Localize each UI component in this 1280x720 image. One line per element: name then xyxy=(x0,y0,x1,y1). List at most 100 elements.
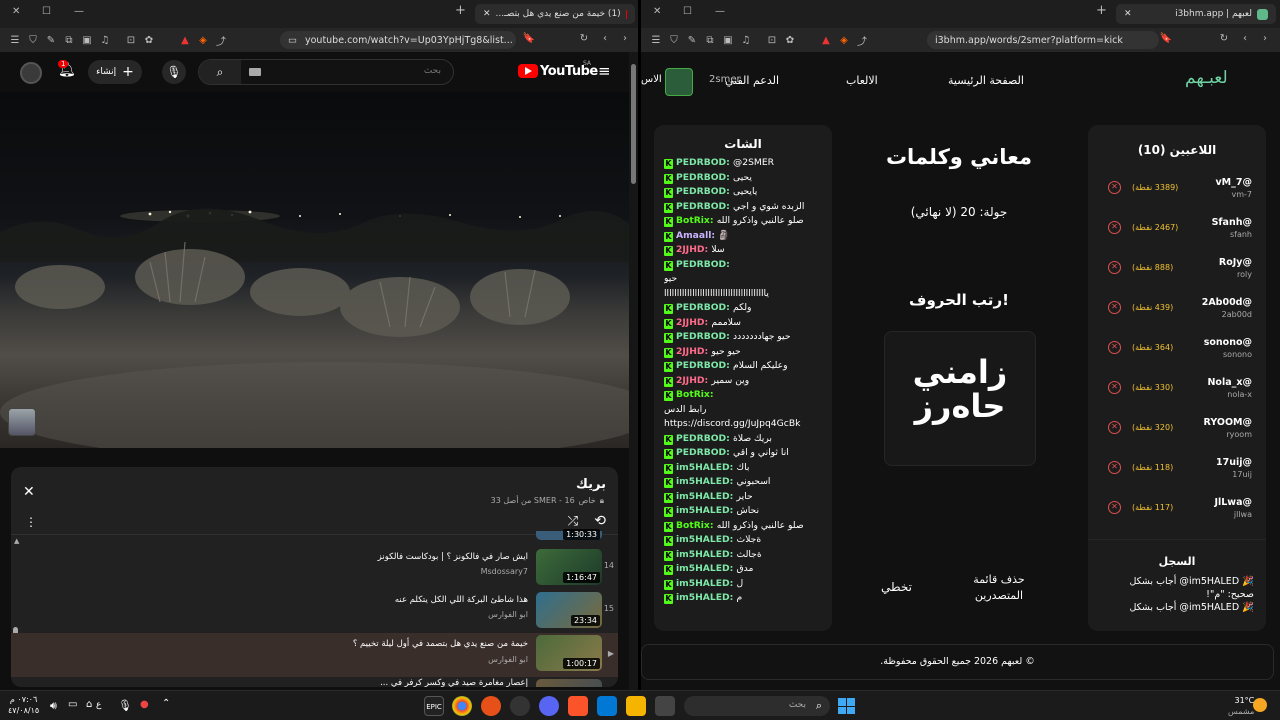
aurora-icon[interactable]: ▲ xyxy=(176,35,194,46)
discord-icon[interactable] xyxy=(539,696,559,716)
back-icon[interactable]: ‹ xyxy=(596,33,614,44)
nav-games[interactable]: الالعاب xyxy=(846,74,878,87)
nav-support[interactable]: الدعم الفني xyxy=(725,74,779,87)
start-icon[interactable] xyxy=(836,696,856,716)
task-view-icon[interactable] xyxy=(655,696,675,716)
tab-youtube[interactable]: (1) خيمة من صنع يدي هل بتصـ... ✕ xyxy=(475,4,635,24)
youtube-logo-icon[interactable] xyxy=(518,64,538,78)
hamburger-menu-icon[interactable]: ≡ xyxy=(598,62,611,80)
shield-icon[interactable]: ⛉ xyxy=(24,35,42,46)
remove-player-icon[interactable]: ✕ xyxy=(1108,421,1121,434)
page-scrollbar[interactable] xyxy=(629,52,638,690)
previous-thumbnail[interactable]: 1:30:33 xyxy=(536,529,602,540)
skip-button[interactable]: تخطي xyxy=(881,580,912,594)
sidebar-icon[interactable]: ▣ xyxy=(78,35,96,46)
close-window-icon[interactable]: ✕ xyxy=(12,6,20,17)
keyboard-icon[interactable] xyxy=(249,68,261,76)
share-icon[interactable]: ⤴ xyxy=(212,33,230,48)
address-bar[interactable]: ▭ youtube.com/watch?v=Up03YpHjTg8&list..… xyxy=(280,31,516,49)
remove-player-icon[interactable]: ✕ xyxy=(1108,381,1121,394)
extensions-icon[interactable]: ✎ xyxy=(683,35,701,46)
user-avatar[interactable] xyxy=(665,68,693,96)
menu-icon[interactable]: ☰ xyxy=(647,35,665,46)
screenshot-icon[interactable]: ⧉ xyxy=(701,35,719,46)
brave-shield-icon[interactable]: ◈ xyxy=(835,35,853,46)
site-logo[interactable]: لعبـهم xyxy=(1185,68,1228,88)
new-tab-button[interactable]: + xyxy=(455,3,466,18)
forward-icon[interactable]: › xyxy=(616,33,634,44)
voice-search-icon[interactable]: 🎙︎ xyxy=(162,60,186,84)
playlist-item-current[interactable]: ▶ 1:00:17 خيمة من صنع يدي هل بتصمد في أو… xyxy=(11,633,618,677)
taskbar-search[interactable]: بحث ⌕ xyxy=(684,696,830,716)
minimize-window-icon[interactable]: — xyxy=(715,6,725,17)
remove-player-icon[interactable]: ✕ xyxy=(1108,301,1121,314)
close-tab-icon[interactable]: ✕ xyxy=(483,9,491,19)
playlist-item[interactable]: إعصار مغامرة صيد في وكسر كرفر في ... xyxy=(11,677,618,687)
aurora-icon[interactable]: ▲ xyxy=(817,35,835,46)
tray-chevron-icon[interactable]: ⌃ xyxy=(162,698,170,709)
music-icon[interactable]: ♫ xyxy=(96,35,114,46)
playlist-item[interactable]: 15 23:34 هذا شاطئ البركة اللي الكل يتكلم… xyxy=(11,590,618,630)
loop-icon[interactable]: ⟲ xyxy=(594,513,606,529)
search-icon[interactable]: ⌕ xyxy=(199,60,241,84)
steam-icon[interactable] xyxy=(510,696,530,716)
weather-widget[interactable]: 31°C مشمس xyxy=(1228,695,1254,717)
brave-icon[interactable] xyxy=(568,696,588,716)
close-window-icon[interactable]: ✕ xyxy=(653,6,661,17)
language-indicator[interactable]: ع xyxy=(96,700,101,710)
clear-leaderboard-button[interactable]: حذف قائمة المتصدرين xyxy=(959,572,1039,604)
screenshot-icon[interactable]: ⧉ xyxy=(60,35,78,46)
tabs-icon[interactable]: ⊡ xyxy=(763,35,781,46)
tab-i3bhm[interactable]: لعبهم | i3bhm.app ✕ xyxy=(1116,4,1276,24)
puzzle-icon[interactable]: ✿ xyxy=(781,35,799,46)
recording-icon[interactable]: ● xyxy=(140,699,149,710)
firefox-icon[interactable] xyxy=(481,696,501,716)
clock[interactable]: ٠٧:٠٦ م ٤٧/٠٨/١٥ xyxy=(8,694,39,716)
sidebar-icon[interactable]: ▣ xyxy=(719,35,737,46)
store-icon[interactable] xyxy=(597,696,617,716)
remove-player-icon[interactable]: ✕ xyxy=(1108,221,1121,234)
nav-home[interactable]: الصفحة الرئيسية xyxy=(948,74,1024,87)
chrome-icon[interactable] xyxy=(452,696,472,716)
display-icon[interactable]: ▭ xyxy=(68,699,77,710)
file-explorer-icon[interactable] xyxy=(626,696,646,716)
scroll-up-icon[interactable]: ▲ xyxy=(14,537,19,545)
remove-player-icon[interactable]: ✕ xyxy=(1108,501,1121,514)
playlist-item[interactable]: 14 1:16:47 ايش صار في فالكونز ؟ | بودكاس… xyxy=(11,547,618,587)
bookmark-icon[interactable]: 🔖 xyxy=(1157,33,1175,44)
new-tab-button[interactable]: + xyxy=(1096,3,1107,18)
remove-player-icon[interactable]: ✕ xyxy=(1108,341,1121,354)
speaker-icon[interactable]: 🔊︎ xyxy=(50,699,57,713)
minimize-window-icon[interactable]: — xyxy=(74,6,84,17)
extensions-icon[interactable]: ✎ xyxy=(42,35,60,46)
epic-games-icon[interactable]: EPIC xyxy=(424,696,444,716)
music-icon[interactable]: ♫ xyxy=(737,35,755,46)
scrollbar-thumb[interactable] xyxy=(631,64,636,184)
puzzle-icon[interactable]: ✿ xyxy=(140,35,158,46)
close-tab-icon[interactable]: ✕ xyxy=(1124,9,1132,19)
remove-player-icon[interactable]: ✕ xyxy=(1108,261,1121,274)
maximize-window-icon[interactable]: ☐ xyxy=(683,6,692,17)
more-options-icon[interactable]: ⋮ xyxy=(25,515,37,529)
avatar[interactable] xyxy=(20,62,42,84)
reload-icon[interactable]: ↻ xyxy=(575,33,593,44)
maximize-window-icon[interactable]: ☐ xyxy=(42,6,51,17)
back-icon[interactable]: ‹ xyxy=(1236,33,1254,44)
forward-icon[interactable]: › xyxy=(1256,33,1274,44)
microphone-icon[interactable]: 🎙︎ xyxy=(118,699,132,712)
remove-player-icon[interactable]: ✕ xyxy=(1108,461,1121,474)
search-box[interactable]: ⌕ بحث xyxy=(198,59,454,85)
shield-icon[interactable]: ⛉ xyxy=(665,35,683,46)
reload-icon[interactable]: ↻ xyxy=(1215,33,1233,44)
tabs-icon[interactable]: ⊡ xyxy=(122,35,140,46)
close-playlist-icon[interactable]: ✕ xyxy=(23,484,35,500)
network-icon[interactable]: ⌂ xyxy=(86,699,92,710)
video-player[interactable] xyxy=(0,92,629,448)
bookmark-icon[interactable]: 🔖 xyxy=(520,33,538,44)
menu-icon[interactable]: ☰ xyxy=(6,35,24,46)
address-bar[interactable]: i3bhm.app/words/2smer?platform=kick xyxy=(927,31,1159,49)
create-button[interactable]: إنشاء + xyxy=(88,60,142,84)
nav-more[interactable]: الاس xyxy=(641,74,662,85)
brave-shield-icon[interactable]: ◈ xyxy=(194,35,212,46)
shuffle-icon[interactable]: ⤮ xyxy=(568,514,578,529)
